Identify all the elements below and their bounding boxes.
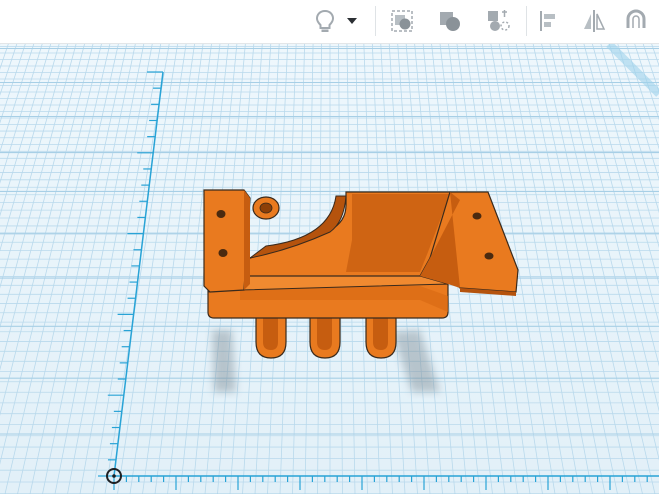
model-hook <box>255 315 287 359</box>
note-button[interactable] <box>309 5 341 37</box>
workplane[interactable] <box>0 44 659 494</box>
chevron-down-icon <box>347 18 357 24</box>
mirror-icon <box>584 10 606 32</box>
model-left-block <box>203 189 251 293</box>
model-hook <box>309 315 341 359</box>
group-icon <box>391 10 413 32</box>
group-button[interactable] <box>386 5 418 37</box>
ungroup-button[interactable] <box>482 5 514 37</box>
mirror-button[interactable] <box>578 5 610 37</box>
magnet-icon <box>626 9 646 28</box>
shape-hole-icon <box>440 12 460 31</box>
align-icon <box>540 11 555 31</box>
ungroup-icon <box>488 10 510 31</box>
align-button[interactable] <box>532 5 564 37</box>
toolbar-divider <box>526 6 527 36</box>
hole-button[interactable] <box>434 5 466 37</box>
note-dropdown[interactable] <box>340 5 364 37</box>
workplane-canvas[interactable] <box>0 44 659 494</box>
magnet-button[interactable] <box>620 5 652 37</box>
model-hook <box>365 315 397 359</box>
lightbulb-icon <box>315 9 335 32</box>
toolbar-divider <box>375 6 376 36</box>
toolbar <box>0 0 659 44</box>
